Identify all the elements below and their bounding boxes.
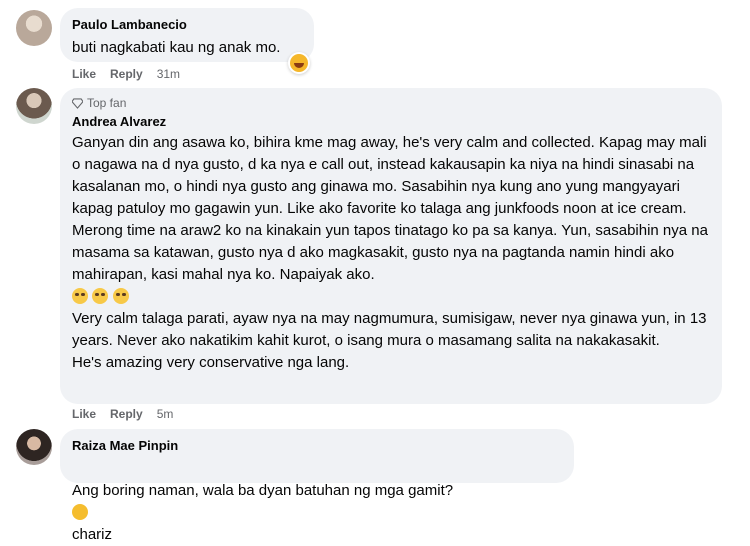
comment-actions: Like Reply 31m [72, 67, 194, 81]
comment-text-line: Ang boring naman, wala ba dyan batuhan n… [72, 458, 562, 546]
commenter-name[interactable]: Raiza Mae Pinpin [72, 437, 562, 454]
like-button[interactable]: Like [72, 407, 96, 421]
comment-text: Ganyan din ang asawa ko, bihira kme mag … [72, 134, 708, 283]
comment-bubble: Paulo Lambanecio buti nagkabati kau ng a… [60, 8, 314, 62]
comment-text-continued: Very calm talaga parati, ayaw nya na may… [72, 310, 707, 371]
diamond-icon [72, 98, 83, 109]
commenter-name[interactable]: Paulo Lambanecio [72, 16, 302, 33]
laughing-emoji-icon [72, 504, 88, 520]
reply-button[interactable]: Reply [110, 67, 143, 81]
avatar[interactable] [16, 10, 52, 46]
avatar[interactable] [16, 429, 52, 465]
crying-emoji-icon [112, 288, 129, 304]
top-fan-badge: Top fan [72, 96, 710, 111]
reply-button[interactable]: Reply [110, 407, 143, 421]
avatar[interactable] [16, 88, 52, 124]
comment-suffix: chariz [72, 526, 113, 543]
crying-emoji-icon [72, 288, 88, 304]
crying-emoji-icon [92, 288, 109, 304]
reaction-badge[interactable] [288, 52, 310, 74]
comment-text: Ang boring naman, wala ba dyan batuhan n… [72, 482, 454, 499]
grinning-emoji-icon [290, 54, 308, 72]
timestamp[interactable]: 5m [157, 407, 174, 421]
comment-bubble: Top fan Andrea Alvarez Ganyan din ang as… [60, 88, 722, 404]
like-button[interactable]: Like [72, 67, 96, 81]
comment-bubble: Raiza Mae Pinpin Ang boring naman, wala … [60, 429, 574, 543]
commenter-name[interactable]: Andrea Alvarez [72, 113, 710, 130]
comment-actions: Like Reply 5m [72, 407, 187, 421]
top-fan-label: Top fan [87, 96, 127, 110]
crying-emoji-row [72, 286, 710, 308]
timestamp[interactable]: 31m [157, 67, 180, 81]
comment-text: buti nagkabati kau ng anak mo. [72, 39, 281, 56]
